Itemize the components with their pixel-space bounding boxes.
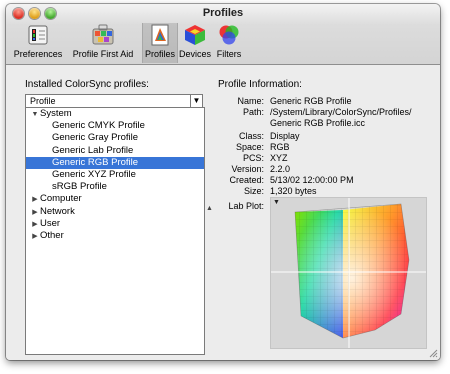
lab-plot-graphic bbox=[271, 198, 426, 348]
profiles-icon bbox=[147, 23, 173, 47]
name-label: Name: bbox=[237, 96, 264, 106]
class-value: Display bbox=[270, 131, 300, 141]
created-value: 5/13/02 12:00:00 PM bbox=[270, 175, 354, 185]
name-value: Generic RGB Profile bbox=[270, 96, 352, 106]
lab-plot-options-icon[interactable]: ▼ bbox=[273, 199, 280, 206]
list-group-computer[interactable]: ▶ Computer bbox=[26, 193, 204, 205]
list-group-network[interactable]: ▶ Network bbox=[26, 206, 204, 218]
path-value-line1: /System/Library/ColorSync/Profiles/ bbox=[270, 107, 412, 117]
created-label: Created: bbox=[229, 175, 264, 185]
toolbar-preferences-label: Preferences bbox=[13, 49, 63, 59]
toolbar-devices-label: Devices bbox=[178, 49, 211, 59]
toolbar-profiles[interactable]: Profiles bbox=[142, 23, 178, 63]
profile-info-heading: Profile Information: bbox=[218, 79, 302, 90]
list-item[interactable]: Generic XYZ Profile bbox=[26, 169, 204, 181]
size-label: Size: bbox=[243, 186, 264, 196]
installed-profiles-heading: Installed ColorSync profiles: bbox=[25, 79, 149, 90]
profile-info-table: Name: Generic RGB Profile Path: /System/… bbox=[204, 96, 434, 206]
toolbar-profile-first-aid-label: Profile First Aid bbox=[72, 49, 134, 59]
list-item[interactable]: sRGB Profile bbox=[26, 181, 204, 193]
path-label: Path: bbox=[242, 107, 264, 117]
list-item[interactable]: Generic Lab Profile bbox=[26, 145, 204, 157]
titlebar: Profiles Preferences Profile First Aid P… bbox=[6, 4, 440, 65]
toolbar-profiles-label: Profiles bbox=[144, 49, 175, 59]
devices-icon bbox=[182, 23, 208, 47]
lab-plot[interactable] bbox=[270, 197, 427, 349]
lab-plot-label: Lab Plot: bbox=[228, 201, 264, 211]
toolbar-preferences[interactable]: Preferences bbox=[12, 23, 64, 63]
resize-grip-icon[interactable] bbox=[428, 348, 438, 358]
space-label: Space: bbox=[235, 142, 264, 152]
size-value: 1,320 bytes bbox=[270, 186, 317, 196]
filters-icon bbox=[216, 23, 242, 47]
sort-popup-value: Profile bbox=[30, 96, 56, 106]
colorsync-window: Profiles Preferences Profile First Aid P… bbox=[6, 4, 440, 360]
sort-popup[interactable]: Profile ▼ bbox=[25, 94, 203, 108]
list-group-system[interactable]: ▼ System bbox=[26, 108, 204, 120]
first-aid-icon bbox=[90, 23, 116, 47]
class-label: Class: bbox=[238, 131, 264, 141]
profile-list[interactable]: ▼ System Generic CMYK Profile Generic Gra… bbox=[25, 107, 205, 355]
toolbar-filters[interactable]: Filters bbox=[214, 23, 244, 63]
preferences-icon bbox=[25, 23, 51, 47]
chevron-down-icon: ▼ bbox=[190, 95, 202, 107]
pcs-label: PCS: bbox=[242, 153, 264, 163]
window-title: Profiles bbox=[202, 7, 244, 19]
list-group-user[interactable]: ▶ User bbox=[26, 218, 204, 230]
list-item[interactable]: Generic Gray Profile bbox=[26, 132, 204, 144]
toolbar-filters-label: Filters bbox=[216, 49, 242, 59]
toolbar-profile-first-aid[interactable]: Profile First Aid bbox=[66, 23, 140, 63]
toolbar-devices[interactable]: Devices bbox=[178, 23, 212, 63]
disclosure-closed-icon[interactable]: ▶ bbox=[30, 231, 40, 243]
list-item-selected[interactable]: Generic RGB Profile bbox=[26, 156, 204, 169]
version-label: Version: bbox=[231, 164, 264, 174]
path-value-line2: Generic RGB Profile.icc bbox=[270, 118, 366, 128]
content-area: Installed ColorSync profiles: Profile ▼ … bbox=[6, 65, 440, 360]
version-value: 2.2.0 bbox=[270, 164, 291, 174]
list-group-other[interactable]: ▶ Other bbox=[26, 230, 204, 242]
list-item[interactable]: Generic CMYK Profile bbox=[26, 120, 204, 132]
pcs-value: XYZ bbox=[270, 153, 288, 163]
space-value: RGB bbox=[270, 142, 290, 152]
